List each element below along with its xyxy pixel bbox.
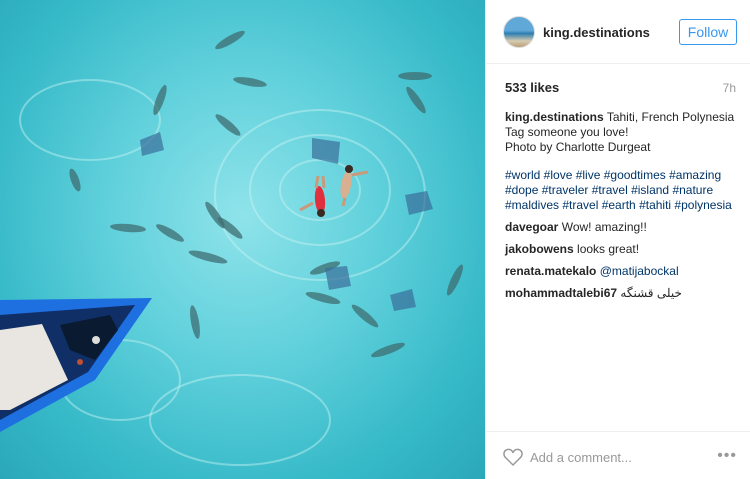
post-footer: ••• [486, 431, 750, 479]
caption-line-3: Photo by Charlotte Durgeat [505, 140, 651, 154]
comments-section: king.destinations Tahiti, French Polynes… [505, 110, 741, 301]
swimmers [299, 165, 369, 217]
stingrays [140, 132, 433, 311]
caption-hashtags: #world #love #live #goodtimes #amazing #… [505, 168, 741, 213]
comment-text: looks great! [577, 242, 640, 256]
boat [0, 298, 152, 432]
caption-line-2: Tag someone you love! [505, 125, 629, 139]
post-header: king.destinations Follow [486, 0, 750, 64]
comment-username[interactable]: renata.matekalo [505, 264, 596, 278]
comment-username[interactable]: jakobowens [505, 242, 574, 256]
comment-username[interactable]: davegoar [505, 220, 558, 234]
comment: renata.matekalo @matijabockal [505, 264, 741, 279]
post-photo[interactable] [0, 0, 485, 479]
hashtag-line-2[interactable]: #dope #traveler #travel #island #nature [505, 183, 741, 198]
likes-count[interactable]: 533 likes [505, 80, 559, 95]
avatar[interactable] [503, 16, 535, 48]
comment-mention[interactable]: @matijabockal [600, 264, 679, 278]
comment: mohammadtalebi67 خیلی قشنگه [505, 286, 741, 301]
more-options-icon[interactable]: ••• [717, 447, 737, 465]
hashtag-line-3[interactable]: #maldives #travel #earth #tahiti #polyne… [505, 198, 741, 213]
caption-line-1: king.destinations Tahiti, French Polynes… [505, 110, 741, 125]
comment-text: Wow! amazing!! [561, 220, 647, 234]
comment: jakobowens looks great! [505, 242, 741, 257]
post-author-username[interactable]: king.destinations [543, 25, 650, 40]
comment-username[interactable]: mohammadtalebi67 [505, 286, 617, 300]
post-sidebar: king.destinations Follow 533 likes 7h ki… [485, 0, 750, 479]
comment-text: خیلی قشنگه [620, 286, 682, 300]
add-comment-input[interactable] [530, 446, 700, 468]
post-time-ago[interactable]: 7h [723, 81, 736, 95]
heart-icon[interactable] [503, 448, 523, 466]
caption-location: Tahiti, French Polynesia [606, 110, 735, 124]
follow-button[interactable]: Follow [679, 19, 737, 45]
hashtag-line-1[interactable]: #world #love #live #goodtimes #amazing [505, 168, 741, 183]
photo-scene [0, 30, 464, 466]
caption-username[interactable]: king.destinations [505, 110, 604, 124]
comment: davegoar Wow! amazing!! [505, 220, 741, 235]
